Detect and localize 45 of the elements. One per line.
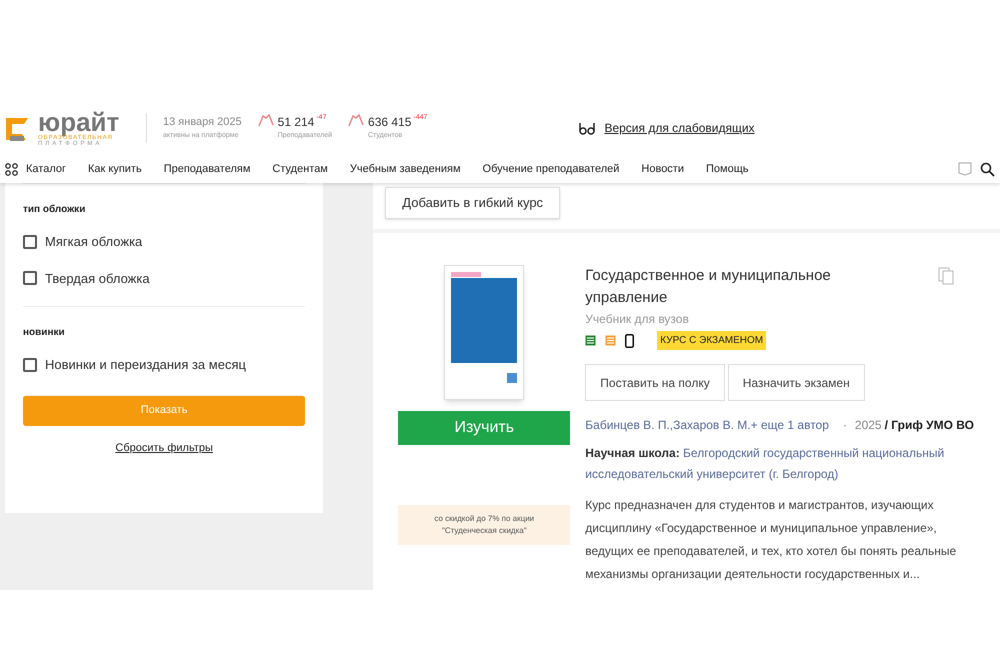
book-description: Курс предназначен для студентов и магистрантов, изучающих дисциплину «Государственное и муниципальное управление», ведущих ее преподавателей, и тех, кто хотел бы понять реальные механизмы организации деятельности государственных и... — [585, 497, 958, 583]
book-icon — [605, 335, 616, 346]
more-authors-link[interactable]: + еще 1 автор — [750, 416, 829, 434]
date-text: 13 января 2025 — [163, 115, 242, 130]
nav-link[interactable]: Как купить — [88, 160, 142, 178]
nav-link[interactable]: Обучение преподавателей — [482, 160, 620, 178]
nav-link[interactable]: Помощь — [706, 160, 748, 178]
exam-badge: КУРС С ЭКЗАМЕНОМ — [657, 331, 766, 350]
action-button[interactable]: Назначить экзамен — [728, 364, 865, 401]
nav-link[interactable]: Студентам — [272, 160, 328, 178]
book-type: Учебник для вузов — [585, 311, 690, 328]
glasses-icon — [578, 120, 596, 134]
stat-value: 636 415 — [368, 114, 412, 132]
filter-group-title: новинки — [23, 326, 66, 340]
nav-link[interactable]: Новости — [641, 160, 684, 178]
checkbox[interactable] — [23, 271, 37, 286]
add-to-course-button[interactable]: Добавить в гибкий курс — [385, 187, 560, 219]
checkbox-label: Новинки и переиздания за месяц — [45, 356, 246, 374]
search-icon[interactable] — [980, 162, 995, 176]
trend-icon — [348, 113, 364, 128]
authors-link[interactable]: Бабинцев В. П.,Захаров В. М. — [585, 416, 751, 434]
stamp-text: / Гриф УМО ВО — [884, 417, 974, 434]
filter-group-title: тип обложки — [23, 203, 86, 217]
year-text: 2025 — [854, 417, 882, 434]
stat-value: 51 214 — [278, 114, 314, 132]
checkbox-label: Мягкая обложка — [45, 233, 142, 251]
nav-link[interactable]: Учебным заведениям — [350, 160, 461, 178]
checkbox[interactable] — [23, 234, 37, 249]
book-title[interactable]: Государственное и муниципальное управление — [585, 265, 886, 309]
discount-text: со скидкой до 7% по акции — [434, 513, 534, 525]
nav-link[interactable]: Преподавателям — [164, 160, 250, 178]
logo-name: юрайт — [38, 108, 120, 134]
grid-icon — [5, 162, 18, 176]
separator-dot: · — [842, 417, 847, 434]
discount-text: "Студенческая скидка" — [442, 525, 527, 537]
action-button[interactable]: Поставить на полку — [585, 364, 725, 401]
reset-filters-link[interactable]: Сбросить фильтры — [115, 440, 213, 456]
school-text: Научная школа: Белгородский государственный национальный исследовательский университет (г. Белгород) — [585, 445, 946, 483]
book-icon — [585, 335, 596, 346]
checkbox[interactable] — [23, 358, 37, 372]
trend-icon — [258, 113, 274, 128]
accessibility-link[interactable]: Версия для слабовидящих — [604, 118, 755, 136]
nav-link[interactable]: Каталог — [26, 160, 66, 178]
phone-icon — [625, 334, 634, 348]
checkbox-label: Твердая обложка — [45, 270, 150, 288]
